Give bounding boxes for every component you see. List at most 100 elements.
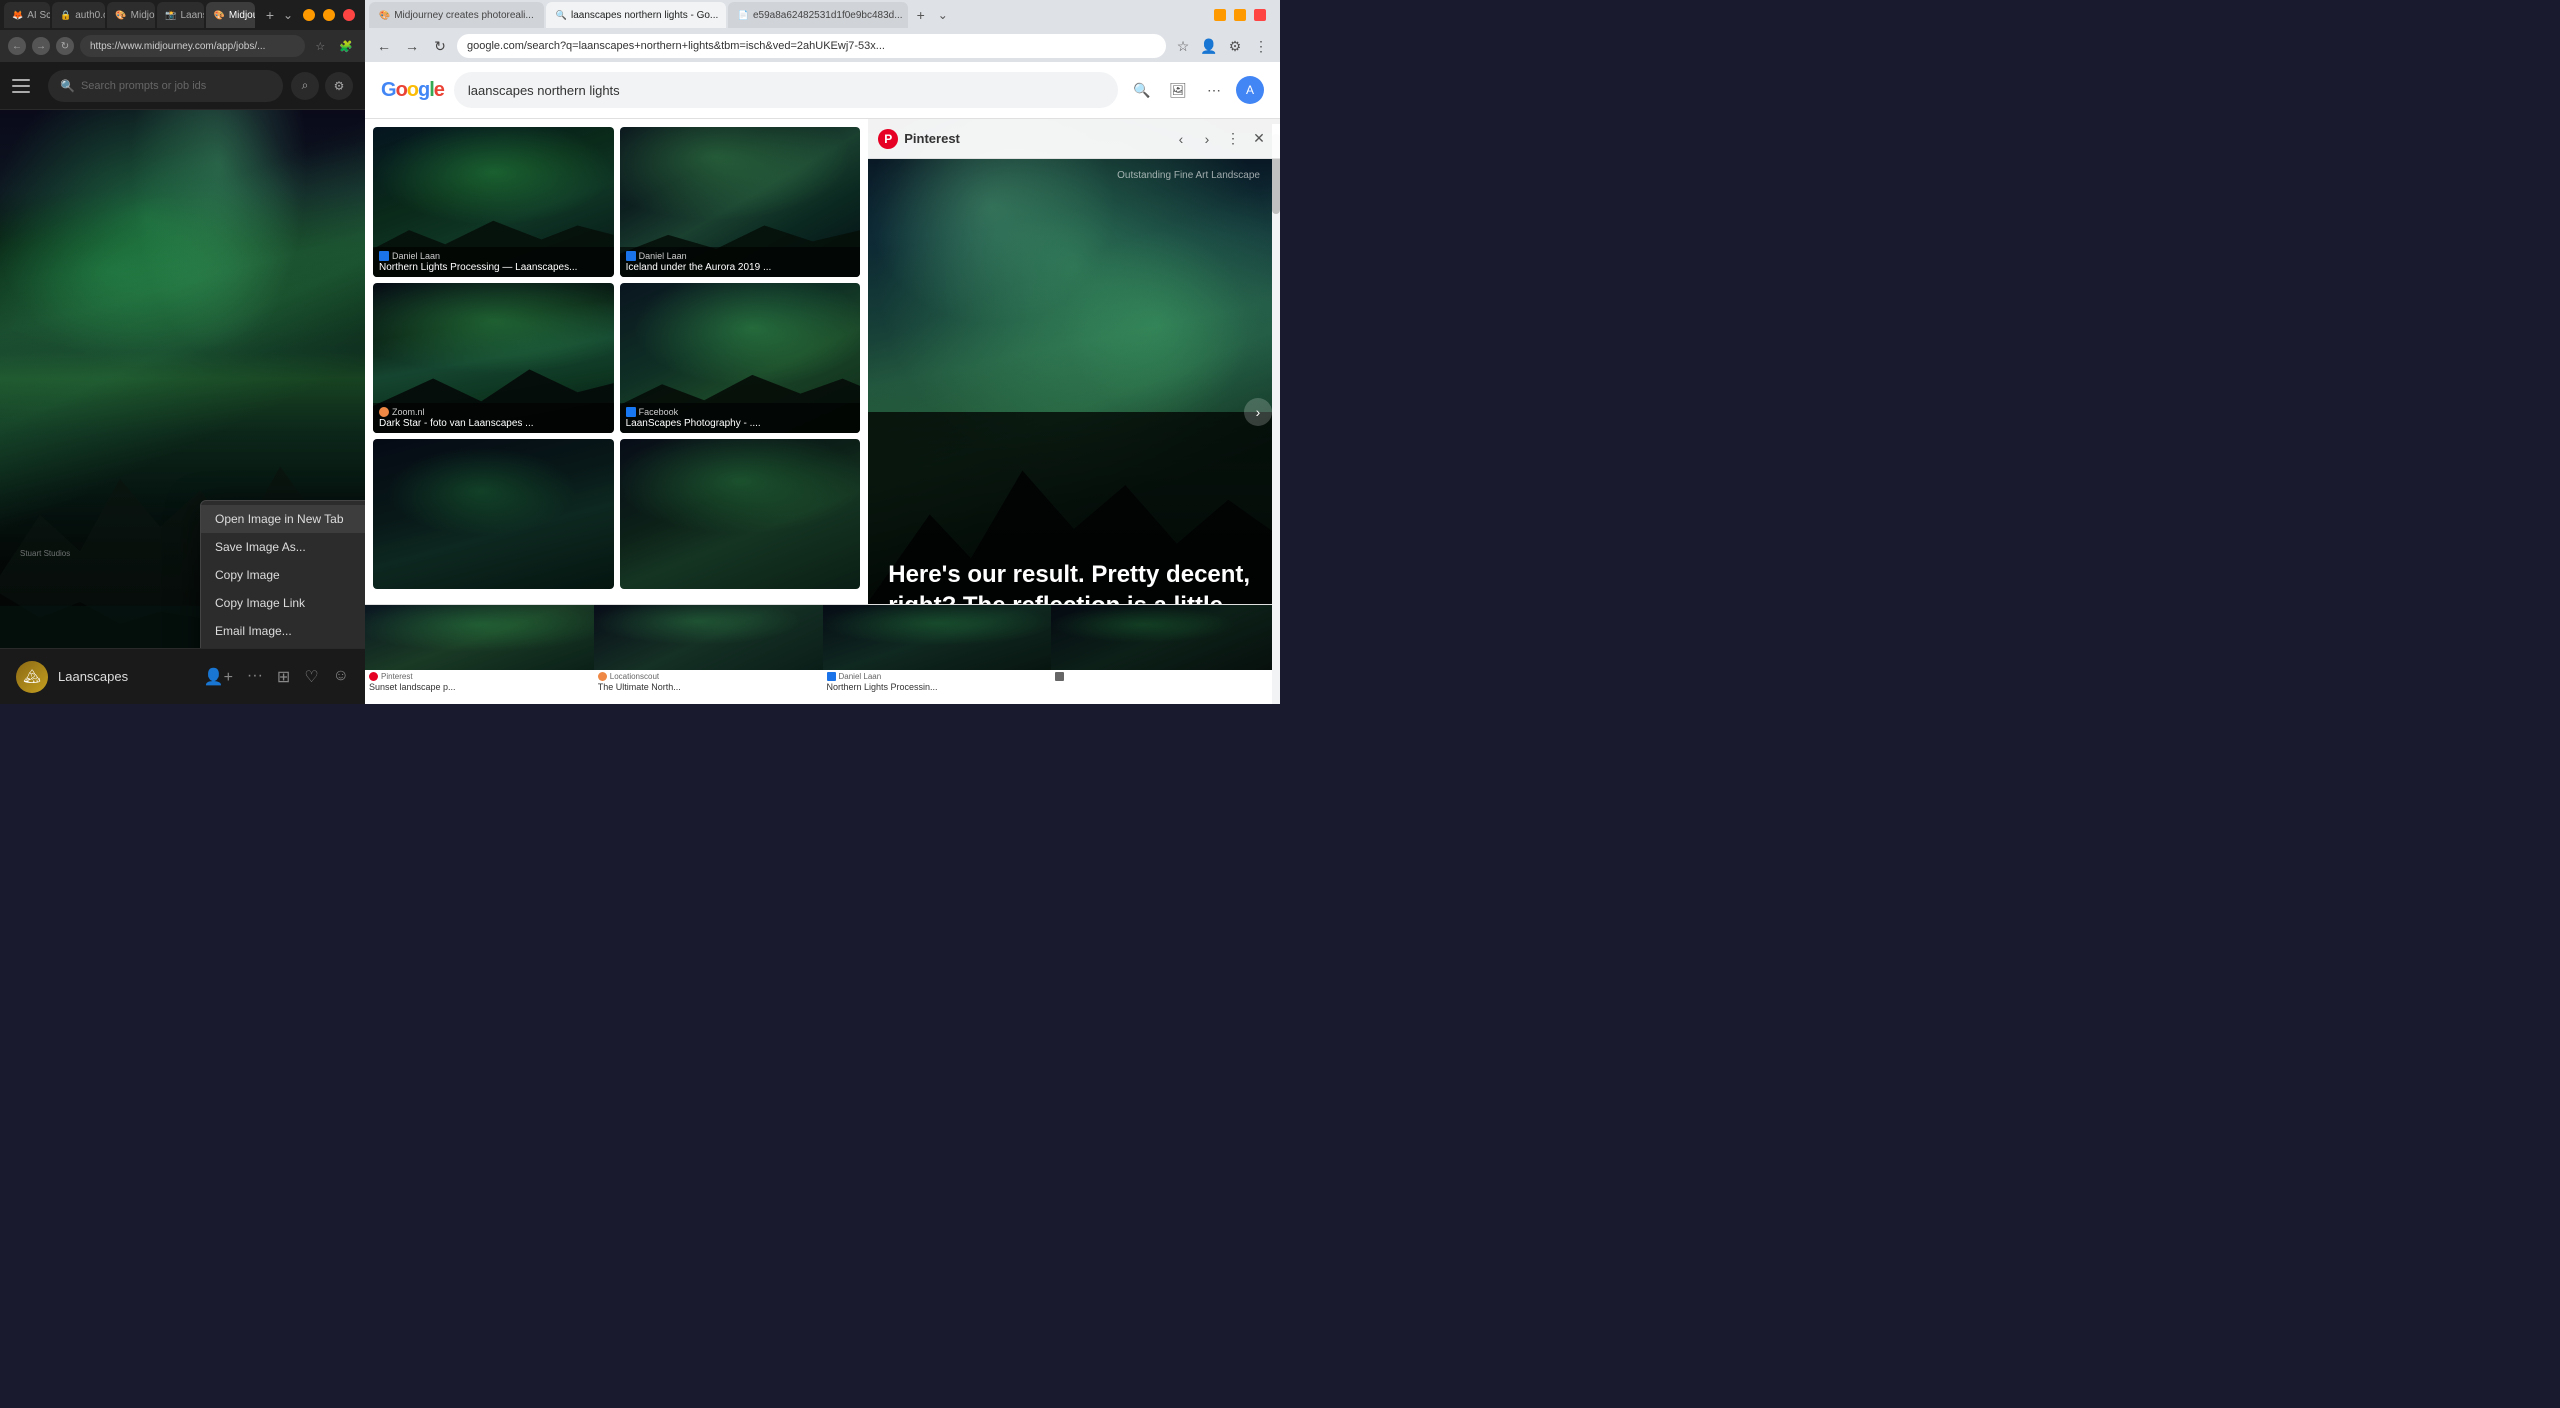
tab-midjourney-1[interactable]: 🎨 Midjourney: eda... bbox=[107, 2, 155, 28]
bottom-source-1: Pinterest bbox=[369, 672, 590, 681]
reload-btn[interactable]: ↻ bbox=[56, 37, 74, 55]
bottom-source-text-3: Daniel Laan bbox=[839, 672, 882, 681]
mj-bottom-bar: 🏔 Laanscapes 👤+ ··· ⊞ ♡ ☺ bbox=[0, 648, 365, 704]
pinterest-header: P Pinterest ‹ › ⋮ ✕ bbox=[868, 119, 1280, 159]
bottom-source-3: Daniel Laan bbox=[827, 672, 1048, 681]
g-url-bar[interactable]: google.com/search?q=laanscapes+northern+… bbox=[457, 34, 1166, 58]
ctx-copy-image-link-label: Copy Image Link bbox=[215, 596, 305, 610]
grid-source-2: Daniel Laan bbox=[626, 251, 855, 261]
google-search-bar[interactable]: laanscapes northern lights bbox=[454, 72, 1118, 108]
mj-bottom-actions: 👤+ ··· ⊞ ♡ ☺ bbox=[204, 667, 349, 687]
mj-content: Stuart Studios Open Image in New Tab Sav… bbox=[0, 110, 365, 648]
mj-heart-btn[interactable]: ♡ bbox=[304, 667, 318, 687]
pinterest-close-btn[interactable]: ✕ bbox=[1248, 128, 1270, 150]
g-reload-btn[interactable]: ↻ bbox=[429, 35, 451, 57]
g-apps-btn[interactable]: ⋯ bbox=[1200, 76, 1228, 104]
pinterest-next-btn[interactable]: › bbox=[1196, 128, 1218, 150]
grid-item-1[interactable]: Daniel Laan Northern Lights Processing —… bbox=[373, 127, 614, 277]
mj-grid-btn[interactable]: ⊞ bbox=[277, 667, 290, 687]
extensions-toolbar[interactable]: 🧩 bbox=[335, 40, 357, 53]
minimize-btn[interactable] bbox=[303, 9, 315, 21]
tab-ai-scapes[interactable]: 🦊 AI Scapes Script bbox=[4, 2, 50, 28]
bottom-caption-4 bbox=[1051, 670, 1280, 684]
tab-midjourney-active[interactable]: 🎨 Midjourney: 5... ✕ bbox=[206, 2, 255, 28]
g-bookmark-btn[interactable]: ☆ bbox=[1172, 35, 1194, 57]
bottom-thumb-1[interactable]: Pinterest Sunset landscape p... bbox=[365, 605, 594, 704]
tab-dropdown-btn[interactable]: ⌄ bbox=[283, 8, 293, 22]
grid-source-3: Zoom.nl bbox=[379, 407, 608, 417]
mj-search-placeholder: Search prompts or job ids bbox=[81, 80, 206, 92]
grid-source-text-3: Zoom.nl bbox=[392, 407, 425, 417]
close-btn[interactable] bbox=[343, 9, 355, 21]
mj-avatar: 🏔 bbox=[16, 661, 48, 693]
grid-item-6[interactable] bbox=[620, 439, 861, 589]
bottom-caption-3: Daniel Laan Northern Lights Processin... bbox=[823, 670, 1052, 694]
ctx-email-image[interactable]: Email Image... bbox=[201, 617, 365, 645]
g-account-circle[interactable]: A bbox=[1236, 76, 1264, 104]
minimize-btn-right[interactable] bbox=[1214, 9, 1226, 21]
maximize-btn[interactable] bbox=[323, 9, 335, 21]
pinterest-prev-btn[interactable]: ‹ bbox=[1170, 128, 1192, 150]
mj-settings-btn[interactable]: ⚙ bbox=[325, 72, 353, 100]
grid-caption-3: Zoom.nl Dark Star - foto van Laanscapes … bbox=[373, 403, 614, 433]
ctx-save-image-label: Save Image As... bbox=[215, 540, 306, 554]
new-tab-btn[interactable]: + bbox=[261, 6, 279, 24]
bottom-thumb-3[interactable]: Daniel Laan Northern Lights Processin... bbox=[823, 605, 1052, 704]
forward-btn[interactable]: → bbox=[32, 37, 50, 55]
pinterest-name: Pinterest bbox=[904, 131, 1164, 146]
mj-search-icon: 🔍 bbox=[60, 79, 75, 93]
ctx-copy-image[interactable]: Copy Image bbox=[201, 561, 365, 589]
bottom-source-4 bbox=[1055, 672, 1276, 681]
bottom-source-text-2: Locationscout bbox=[610, 672, 659, 681]
ctx-save-image[interactable]: Save Image As... bbox=[201, 533, 365, 561]
close-btn-right[interactable] bbox=[1254, 9, 1266, 21]
mj-emoji-btn[interactable]: ☺ bbox=[333, 667, 349, 687]
mj-search-bar[interactable]: 🔍 Search prompts or job ids bbox=[48, 70, 283, 102]
grid-title-2: Iceland under the Aurora 2019 ... bbox=[626, 262, 855, 273]
scrollbar-track[interactable] bbox=[1272, 124, 1280, 704]
tab-google-search[interactable]: 🔍 laanscapes northern lights - Go... ✕ bbox=[546, 2, 726, 28]
tab-list-btn[interactable]: ⌄ bbox=[934, 8, 952, 22]
tab-laanscapes[interactable]: 📸 Laanscapes_C... bbox=[157, 2, 203, 28]
mj-menu-btn[interactable] bbox=[12, 72, 40, 100]
tab-third[interactable]: 📄 e59a8a62482531d1f0e9bc483d... ✕ bbox=[728, 2, 908, 28]
google-search-query: laanscapes northern lights bbox=[468, 83, 620, 98]
url-bar-left[interactable]: https://www.midjourney.com/app/jobs/... bbox=[80, 35, 305, 57]
bookmark-btn[interactable]: ☆ bbox=[311, 40, 329, 53]
ctx-open-new-tab[interactable]: Open Image in New Tab bbox=[201, 505, 365, 533]
address-bar-right: ← → ↻ google.com/search?q=laanscapes+nor… bbox=[365, 30, 1280, 62]
image-nav-right[interactable]: › bbox=[1244, 398, 1272, 426]
mj-search-btn[interactable]: ⌕ bbox=[291, 72, 319, 100]
right-panel: 🎨 Midjourney creates photoreali... 🔍 laa… bbox=[365, 0, 1280, 704]
grid-item-3[interactable]: Zoom.nl Dark Star - foto van Laanscapes … bbox=[373, 283, 614, 433]
g-image-search-btn[interactable]: 🖼 bbox=[1164, 76, 1192, 104]
grid-caption-2: Daniel Laan Iceland under the Aurora 201… bbox=[620, 247, 861, 277]
g-account-btn[interactable]: 👤 bbox=[1198, 35, 1220, 57]
left-panel: 🦊 AI Scapes Script 🔒 auth0.openai.com/u.… bbox=[0, 0, 365, 704]
g-forward-btn[interactable]: → bbox=[401, 35, 423, 57]
tab-openai[interactable]: 🔒 auth0.openai.com/u... bbox=[52, 2, 105, 28]
pinterest-nav: ‹ › ⋮ ✕ bbox=[1170, 128, 1270, 150]
back-btn[interactable]: ← bbox=[8, 37, 26, 55]
google-content: Google laanscapes northern lights 🔍 🖼 ⋯ … bbox=[365, 62, 1280, 704]
google-logo: Google bbox=[381, 79, 444, 102]
g-search-submit-btn[interactable]: 🔍 bbox=[1128, 76, 1156, 104]
tab-midjourney-article[interactable]: 🎨 Midjourney creates photoreali... bbox=[369, 2, 544, 28]
g-settings-btn[interactable]: ⚙ bbox=[1224, 35, 1246, 57]
bottom-caption-1: Pinterest Sunset landscape p... bbox=[365, 670, 594, 694]
bottom-thumb-4[interactable] bbox=[1051, 605, 1280, 704]
url-text: https://www.midjourney.com/app/jobs/... bbox=[90, 41, 265, 52]
new-tab-btn-right[interactable]: + bbox=[910, 4, 932, 26]
maximize-btn-right[interactable] bbox=[1234, 9, 1246, 21]
g-menu-btn[interactable]: ⋮ bbox=[1250, 35, 1272, 57]
mj-more-btn[interactable]: ··· bbox=[247, 667, 263, 687]
bottom-thumb-2[interactable]: Locationscout The Ultimate North... bbox=[594, 605, 823, 704]
grid-item-2[interactable]: Daniel Laan Iceland under the Aurora 201… bbox=[620, 127, 861, 277]
pinterest-more-btn[interactable]: ⋮ bbox=[1222, 128, 1244, 150]
ctx-copy-image-link[interactable]: Copy Image Link bbox=[201, 589, 365, 617]
g-back-btn[interactable]: ← bbox=[373, 35, 395, 57]
grid-title-1: Northern Lights Processing — Laanscapes.… bbox=[379, 262, 608, 273]
grid-item-4[interactable]: Facebook LaanScapes Photography - .... bbox=[620, 283, 861, 433]
mj-add-user-btn[interactable]: 👤+ bbox=[204, 667, 233, 687]
grid-item-5[interactable] bbox=[373, 439, 614, 589]
